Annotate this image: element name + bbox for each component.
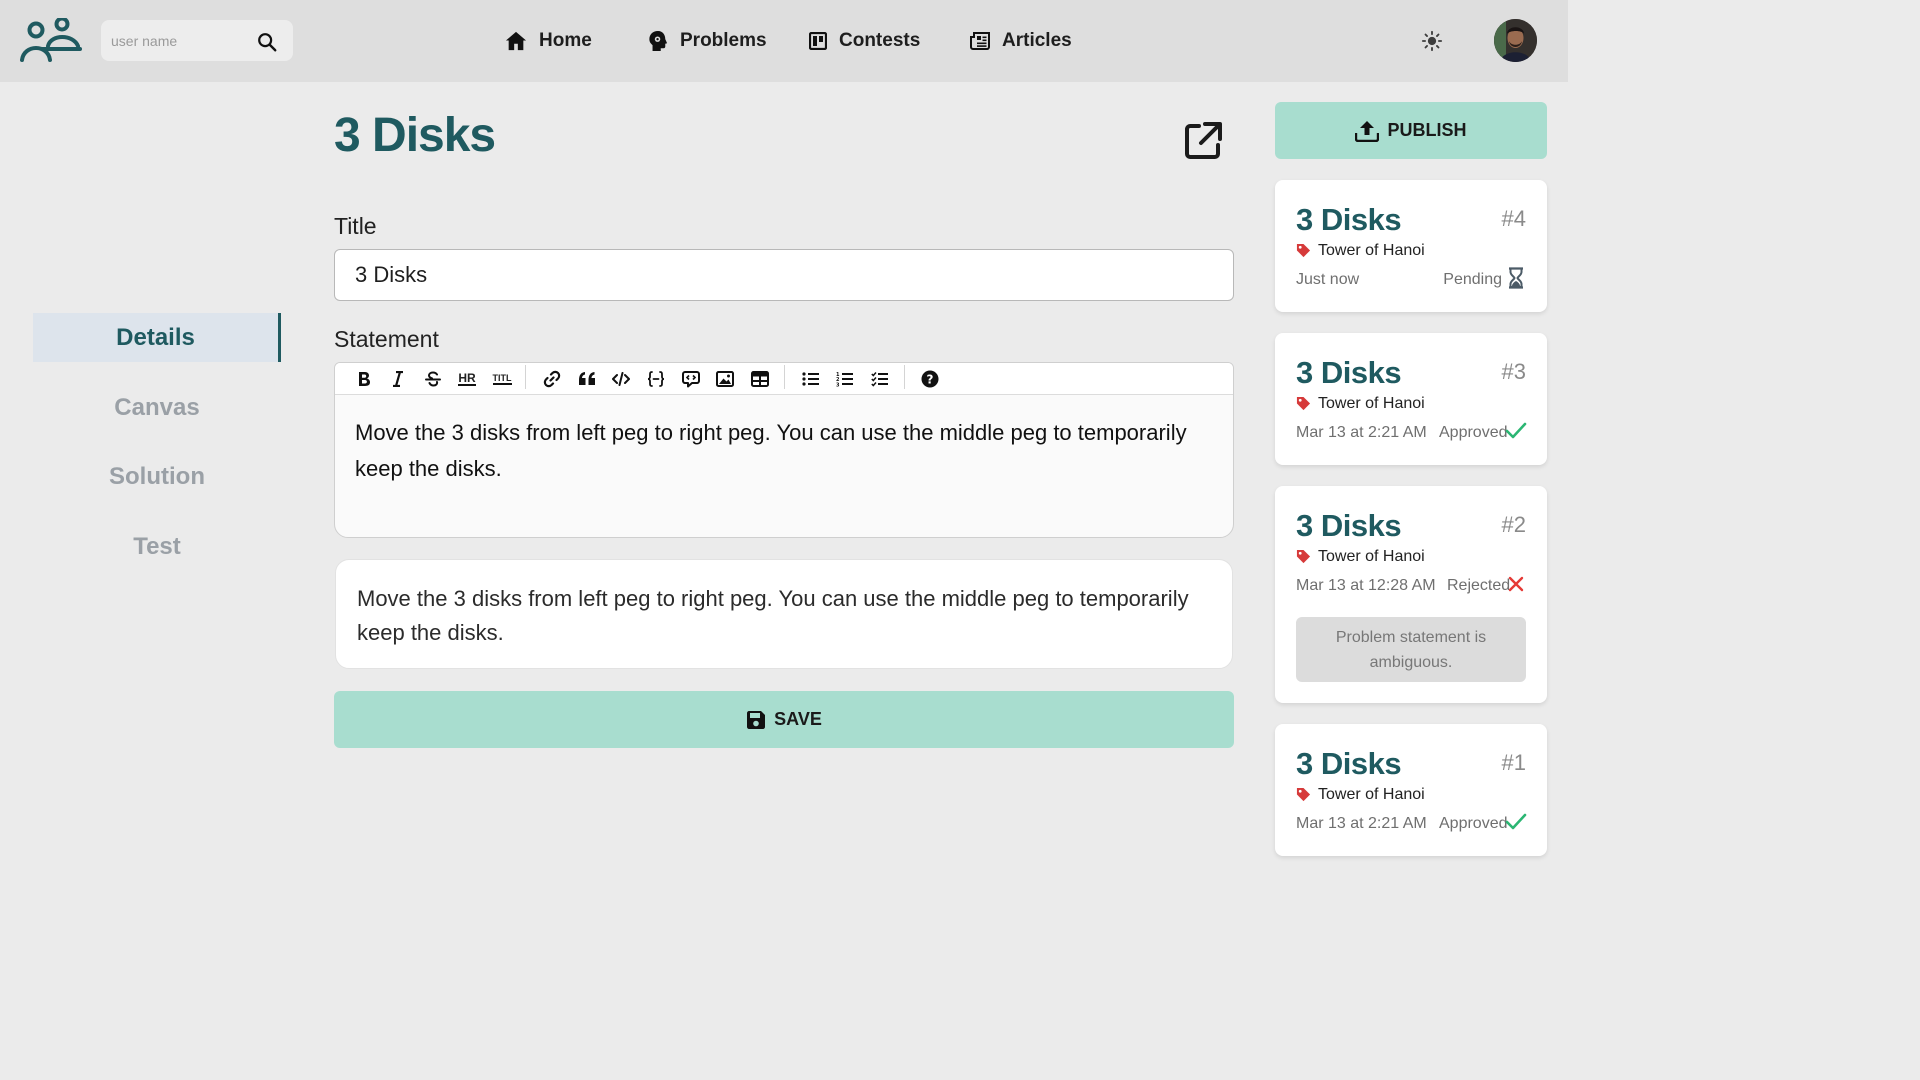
checked-list-icon[interactable] xyxy=(868,368,892,390)
tab-details-label: Details xyxy=(116,323,195,351)
top-navbar: Home Problems Contests Articles xyxy=(0,0,1568,82)
tag-icon xyxy=(1296,243,1311,258)
tab-solution[interactable]: Solution xyxy=(33,452,281,501)
code-icon[interactable] xyxy=(609,368,633,390)
tag-icon xyxy=(1296,396,1311,411)
bold-icon[interactable] xyxy=(352,368,376,390)
newspaper-icon xyxy=(970,32,990,50)
submission-card[interactable]: 3 Disks #4 Tower of Hanoi Just now Pendi… xyxy=(1275,180,1547,312)
publish-label: PUBLISH xyxy=(1387,120,1467,140)
submission-card[interactable]: 3 Disks #2 Tower of Hanoi Mar 13 at 12:2… xyxy=(1275,486,1547,703)
image-icon[interactable] xyxy=(713,368,737,390)
italic-icon[interactable] xyxy=(386,368,410,390)
nav-contests[interactable]: Contests xyxy=(809,26,920,56)
submission-title: 3 Disks xyxy=(1296,355,1402,390)
floppy-disk-icon xyxy=(747,710,766,729)
hourglass-icon xyxy=(1509,267,1523,289)
save-label: SAVE xyxy=(774,709,822,729)
community-logo-icon[interactable] xyxy=(18,18,82,64)
upload-icon xyxy=(1355,120,1380,142)
tag-icon xyxy=(1296,549,1311,564)
submission-number: #4 xyxy=(1501,206,1526,231)
tab-solution-label: Solution xyxy=(109,462,205,490)
quote-icon[interactable] xyxy=(575,368,599,390)
unordered-list-icon[interactable] xyxy=(799,368,823,390)
submission-time: Just now xyxy=(1296,271,1360,288)
submission-title: 3 Disks xyxy=(1296,746,1402,781)
open-external-icon[interactable] xyxy=(1182,120,1224,162)
submission-number: #3 xyxy=(1501,359,1526,384)
tab-test[interactable]: Test xyxy=(33,522,281,571)
page-title: 3 Disks xyxy=(334,109,496,162)
tab-details[interactable]: Details xyxy=(33,313,281,362)
hr-button[interactable]: HR xyxy=(455,368,479,390)
nav-articles-label: Articles xyxy=(1002,30,1072,51)
submission-number: #2 xyxy=(1501,512,1526,537)
username-search-input[interactable] xyxy=(101,20,251,61)
nav-articles[interactable]: Articles xyxy=(970,26,1072,56)
submission-tag: Tower of Hanoi xyxy=(1318,548,1425,565)
user-avatar[interactable] xyxy=(1494,19,1537,62)
ordered-list-icon[interactable]: 123 xyxy=(833,368,857,390)
tab-canvas[interactable]: Canvas xyxy=(33,383,281,432)
save-button[interactable]: SAVE xyxy=(334,691,1234,748)
title-heading-label: TITL xyxy=(492,372,512,385)
submission-tag: Tower of Hanoi xyxy=(1318,395,1425,412)
tab-test-label: Test xyxy=(133,532,181,560)
search-icon[interactable] xyxy=(256,31,278,53)
submission-title: 3 Disks xyxy=(1296,508,1402,543)
tab-canvas-label: Canvas xyxy=(114,393,200,421)
submission-time: Mar 13 at 2:21 AM xyxy=(1296,424,1427,441)
submission-card[interactable]: 3 Disks #3 Tower of Hanoi Mar 13 at 2:21… xyxy=(1275,333,1547,465)
svg-text:?: ? xyxy=(927,373,934,387)
nav-home-label: Home xyxy=(539,30,592,51)
title-input[interactable] xyxy=(334,249,1234,301)
code-block-icon[interactable] xyxy=(644,368,668,390)
nav-problems-label: Problems xyxy=(680,30,767,51)
tag-icon xyxy=(1296,787,1311,802)
brain-icon xyxy=(649,31,668,51)
markdown-editor: HR TITL 123 ? Move the 3 disks from left… xyxy=(334,362,1234,538)
publish-button[interactable]: PUBLISH xyxy=(1275,102,1547,159)
link-icon[interactable] xyxy=(540,368,564,390)
nav-home[interactable]: Home xyxy=(505,26,592,56)
nav-problems[interactable]: Problems xyxy=(648,26,767,56)
statement-preview-text: Move the 3 disks from left peg to right … xyxy=(357,586,1189,645)
submission-time: Mar 13 at 12:28 AM xyxy=(1296,577,1436,594)
submission-card[interactable]: 3 Disks #1 Tower of Hanoi Mar 13 at 2:21… xyxy=(1275,724,1547,856)
hr-label: HR xyxy=(458,370,476,386)
avatar-photo-icon xyxy=(1494,19,1537,62)
submission-status: Rejected xyxy=(1447,577,1511,594)
nav-contests-label: Contests xyxy=(839,30,921,51)
submission-title: 3 Disks xyxy=(1296,202,1402,237)
statement-label: Statement xyxy=(334,326,439,352)
home-icon xyxy=(505,31,527,51)
comment-icon[interactable] xyxy=(679,368,703,390)
toolbar-separator xyxy=(525,365,526,389)
strikethrough-icon[interactable] xyxy=(421,368,445,390)
editor-toolbar: HR TITL 123 ? xyxy=(335,363,1233,395)
submission-status: Approved xyxy=(1439,424,1508,441)
check-icon xyxy=(1505,813,1527,830)
title-label: Title xyxy=(334,213,377,239)
title-heading-button[interactable]: TITL xyxy=(490,368,514,390)
submission-status: Pending xyxy=(1443,271,1502,288)
rejection-comment: Problem statement is ambiguous. xyxy=(1296,617,1526,682)
check-icon xyxy=(1505,422,1527,439)
help-icon[interactable]: ? xyxy=(918,368,942,390)
toolbar-separator xyxy=(784,365,785,389)
statement-preview: Move the 3 disks from left peg to right … xyxy=(335,559,1233,669)
board-icon xyxy=(809,32,827,50)
submission-number: #1 xyxy=(1501,750,1526,775)
sun-icon[interactable] xyxy=(1421,30,1443,52)
submission-status: Approved xyxy=(1439,815,1508,832)
svg-text:3: 3 xyxy=(836,383,840,388)
statement-editor-text[interactable]: Move the 3 disks from left peg to right … xyxy=(355,415,1215,487)
toolbar-separator xyxy=(904,365,905,389)
submission-tag: Tower of Hanoi xyxy=(1318,786,1425,803)
table-icon[interactable] xyxy=(748,368,772,390)
submission-tag: Tower of Hanoi xyxy=(1318,242,1425,259)
x-icon xyxy=(1508,576,1524,592)
submission-time: Mar 13 at 2:21 AM xyxy=(1296,815,1427,832)
